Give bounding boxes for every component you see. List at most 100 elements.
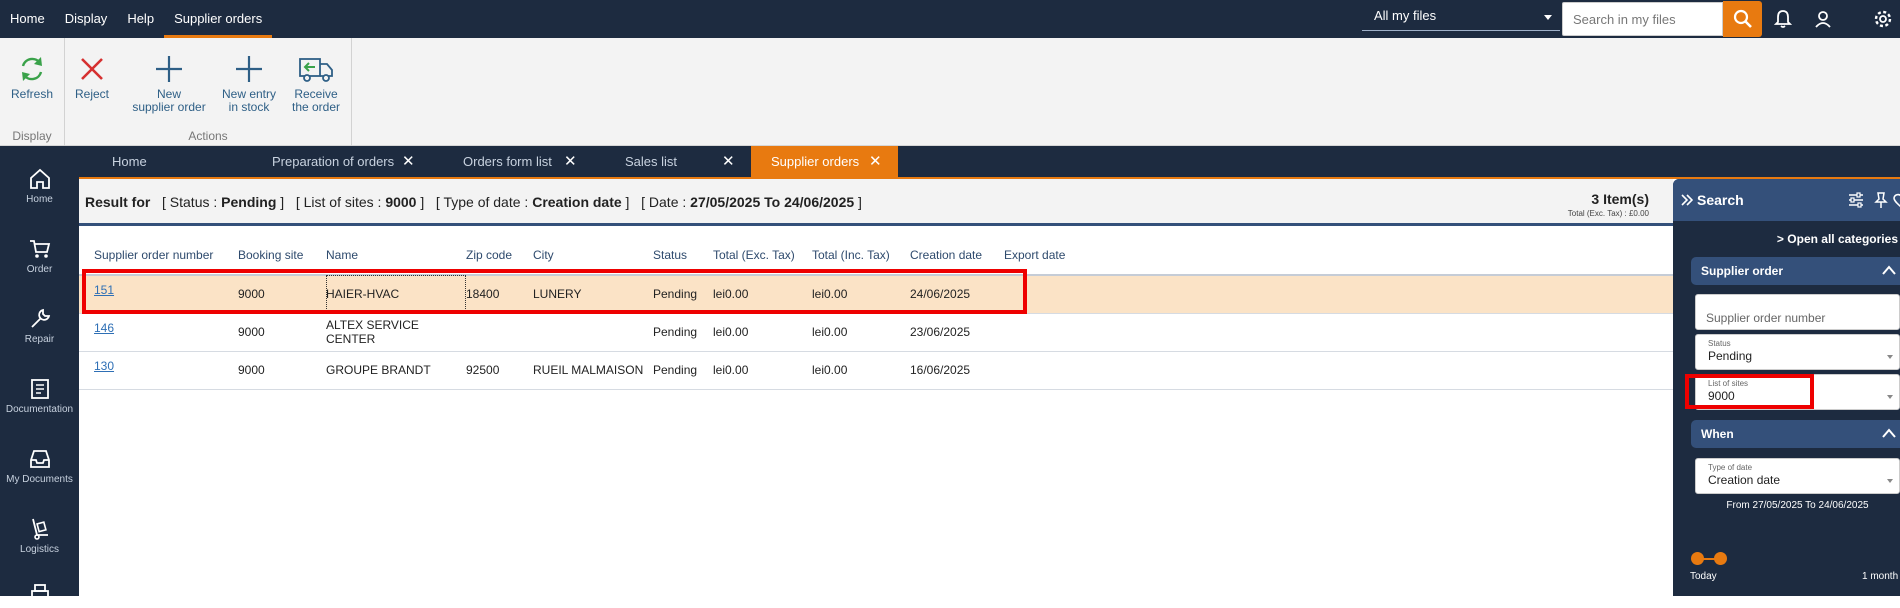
tab-label-supplier-orders: Supplier orders — [771, 154, 860, 169]
search-panel-title: Search — [1697, 192, 1744, 208]
table-cell — [1004, 351, 1104, 390]
tab-orders-form-list[interactable]: Orders form list ✕ — [463, 146, 583, 177]
column-header[interactable]: City — [533, 235, 653, 276]
sidebar-item-my-documents[interactable]: My Documents — [0, 446, 79, 485]
collapse-double-chevron-icon[interactable] — [1681, 194, 1693, 206]
section-title: When — [1701, 427, 1734, 441]
tab-preparation-of-orders[interactable]: Preparation of orders ✕ — [272, 146, 432, 177]
table-row[interactable]: 151 9000 HAIER-HVAC 18400 LUNERY Pending… — [79, 275, 1673, 314]
order-number-cell: 130 — [94, 351, 238, 390]
refresh-label: Refresh — [10, 87, 54, 101]
delivery-truck-icon — [299, 58, 333, 82]
tab-supplier-orders[interactable]: Supplier orders ✕ — [751, 146, 898, 177]
order-number-link[interactable]: 146 — [94, 321, 114, 335]
new-supplier-order-label-2: supplier order — [132, 100, 206, 114]
column-header[interactable]: Total (Inc. Tax) — [812, 235, 910, 276]
reject-button[interactable]: Reject — [71, 52, 113, 101]
table-cell: 9000 — [238, 351, 326, 390]
nav-help[interactable]: Help — [117, 0, 164, 38]
items-count: 3 Item(s) — [1591, 191, 1649, 207]
table-cell: ALTEX SERVICE CENTER — [326, 313, 466, 352]
settings-gear-icon[interactable] — [1871, 7, 1895, 31]
user-profile-icon[interactable] — [1811, 7, 1835, 31]
status-select[interactable]: Status Pending — [1695, 334, 1900, 370]
tab-label-home: Home — [112, 154, 147, 169]
column-header[interactable]: Name — [326, 235, 466, 276]
sidebar-item-documentation[interactable]: Documentation — [0, 376, 79, 415]
filter-datetype-label: Type of date : — [443, 194, 529, 210]
column-header[interactable]: Supplier order number — [94, 235, 238, 276]
sidebar-item-logistics[interactable]: Logistics — [0, 516, 79, 555]
section-when[interactable]: When — [1691, 420, 1900, 448]
nav-home[interactable]: Home — [0, 0, 55, 38]
tab-home[interactable]: Home — [112, 146, 222, 177]
sidebar-label-logistics: Logistics — [20, 544, 59, 555]
column-header[interactable]: Booking site — [238, 235, 326, 276]
tab-close-icon[interactable]: ✕ — [402, 146, 415, 177]
new-supplier-order-button[interactable]: New supplier order — [129, 52, 209, 114]
ribbon-group-label-display: Display — [12, 129, 52, 143]
nav-display[interactable]: Display — [55, 0, 118, 38]
order-number-link[interactable]: 130 — [94, 359, 114, 373]
sidebar-item-more[interactable] — [0, 580, 79, 608]
table-cell: 9000 — [238, 313, 326, 352]
table-row[interactable]: 130 9000 GROUPE BRANDT 92500 RUEIL MALMA… — [79, 351, 1673, 390]
filter-sliders-icon[interactable] — [1847, 191, 1865, 209]
search-panel: Search > Open all categories Supplier or… — [1673, 179, 1900, 596]
section-supplier-order[interactable]: Supplier order — [1691, 257, 1900, 285]
top-bar: Home Display Help Supplier orders All my… — [0, 0, 1900, 38]
order-number-cell: 146 — [94, 313, 238, 352]
date-slider-start-handle[interactable] — [1691, 552, 1704, 565]
table-cell: lei0.00 — [812, 313, 910, 352]
global-search-input[interactable] — [1562, 2, 1723, 36]
supplier-order-number-field[interactable] — [1695, 294, 1900, 330]
column-header[interactable]: Total (Exc. Tax) — [713, 235, 812, 276]
type-of-date-select[interactable]: Type of date Creation date — [1695, 458, 1900, 494]
pin-icon[interactable] — [1873, 191, 1889, 209]
main-content: Result for [ Status : Pending ] [ List o… — [79, 179, 1673, 596]
slider-label-end: 1 month — [1862, 571, 1899, 582]
table-cell: 16/06/2025 — [910, 351, 1004, 390]
printer-icon — [30, 584, 49, 602]
notifications-bell-icon[interactable] — [1771, 7, 1795, 31]
sidebar-item-repair[interactable]: Repair — [0, 306, 79, 345]
sidebar-item-order[interactable]: Order — [0, 236, 79, 275]
plus-icon — [156, 56, 182, 82]
tab-close-icon[interactable]: ✕ — [722, 146, 735, 177]
sidebar-item-home[interactable]: Home — [0, 166, 79, 205]
table-cell — [1004, 275, 1104, 314]
scope-select-value: All my files — [1374, 8, 1437, 23]
tab-close-icon[interactable]: ✕ — [564, 146, 577, 177]
caret-down-icon — [1887, 395, 1893, 399]
table-cell: RUEIL MALMAISON — [533, 351, 653, 390]
chevron-right-icon: > — [1776, 232, 1784, 246]
date-range-text: From 27/05/2025 To 24/06/2025 — [1726, 500, 1869, 511]
heart-icon[interactable] — [1892, 191, 1900, 209]
tab-label-orders-form-list: Orders form list — [463, 154, 552, 169]
table-cell: HAIER-HVAC — [326, 275, 466, 314]
document-icon — [30, 379, 49, 399]
column-header[interactable]: Status — [653, 235, 713, 276]
tab-close-icon[interactable]: ✕ — [869, 146, 882, 177]
open-all-categories-link[interactable]: > Open all categories — [1777, 232, 1898, 246]
receive-order-button[interactable]: Receive the order — [288, 52, 344, 114]
table-cell: lei0.00 — [812, 351, 910, 390]
search-button[interactable] — [1723, 1, 1762, 37]
date-slider-end-handle[interactable] — [1714, 552, 1727, 565]
filter-date-label: Date : — [648, 194, 687, 210]
order-number-link[interactable]: 151 — [94, 283, 114, 297]
table-row[interactable]: 146 9000 ALTEX SERVICE CENTER Pending le… — [79, 313, 1673, 352]
tab-sales-list[interactable]: Sales list ✕ — [625, 146, 745, 177]
scope-select[interactable]: All my files — [1362, 3, 1560, 31]
section-title: Supplier order — [1701, 264, 1784, 278]
filter-datetype-value: Creation date — [532, 194, 622, 210]
column-header[interactable]: Creation date — [910, 235, 1004, 276]
slider-label-today: Today — [1690, 571, 1717, 582]
refresh-button[interactable]: Refresh — [6, 52, 58, 101]
new-entry-in-stock-button[interactable]: New entry in stock — [218, 52, 280, 114]
nav-supplier-orders[interactable]: Supplier orders — [164, 0, 273, 38]
column-header[interactable]: Zip code — [466, 235, 533, 276]
list-of-sites-select[interactable]: List of sites 9000 — [1695, 374, 1900, 410]
column-header[interactable]: Export date — [1004, 235, 1104, 276]
supplier-order-number-input[interactable] — [1706, 311, 1886, 325]
